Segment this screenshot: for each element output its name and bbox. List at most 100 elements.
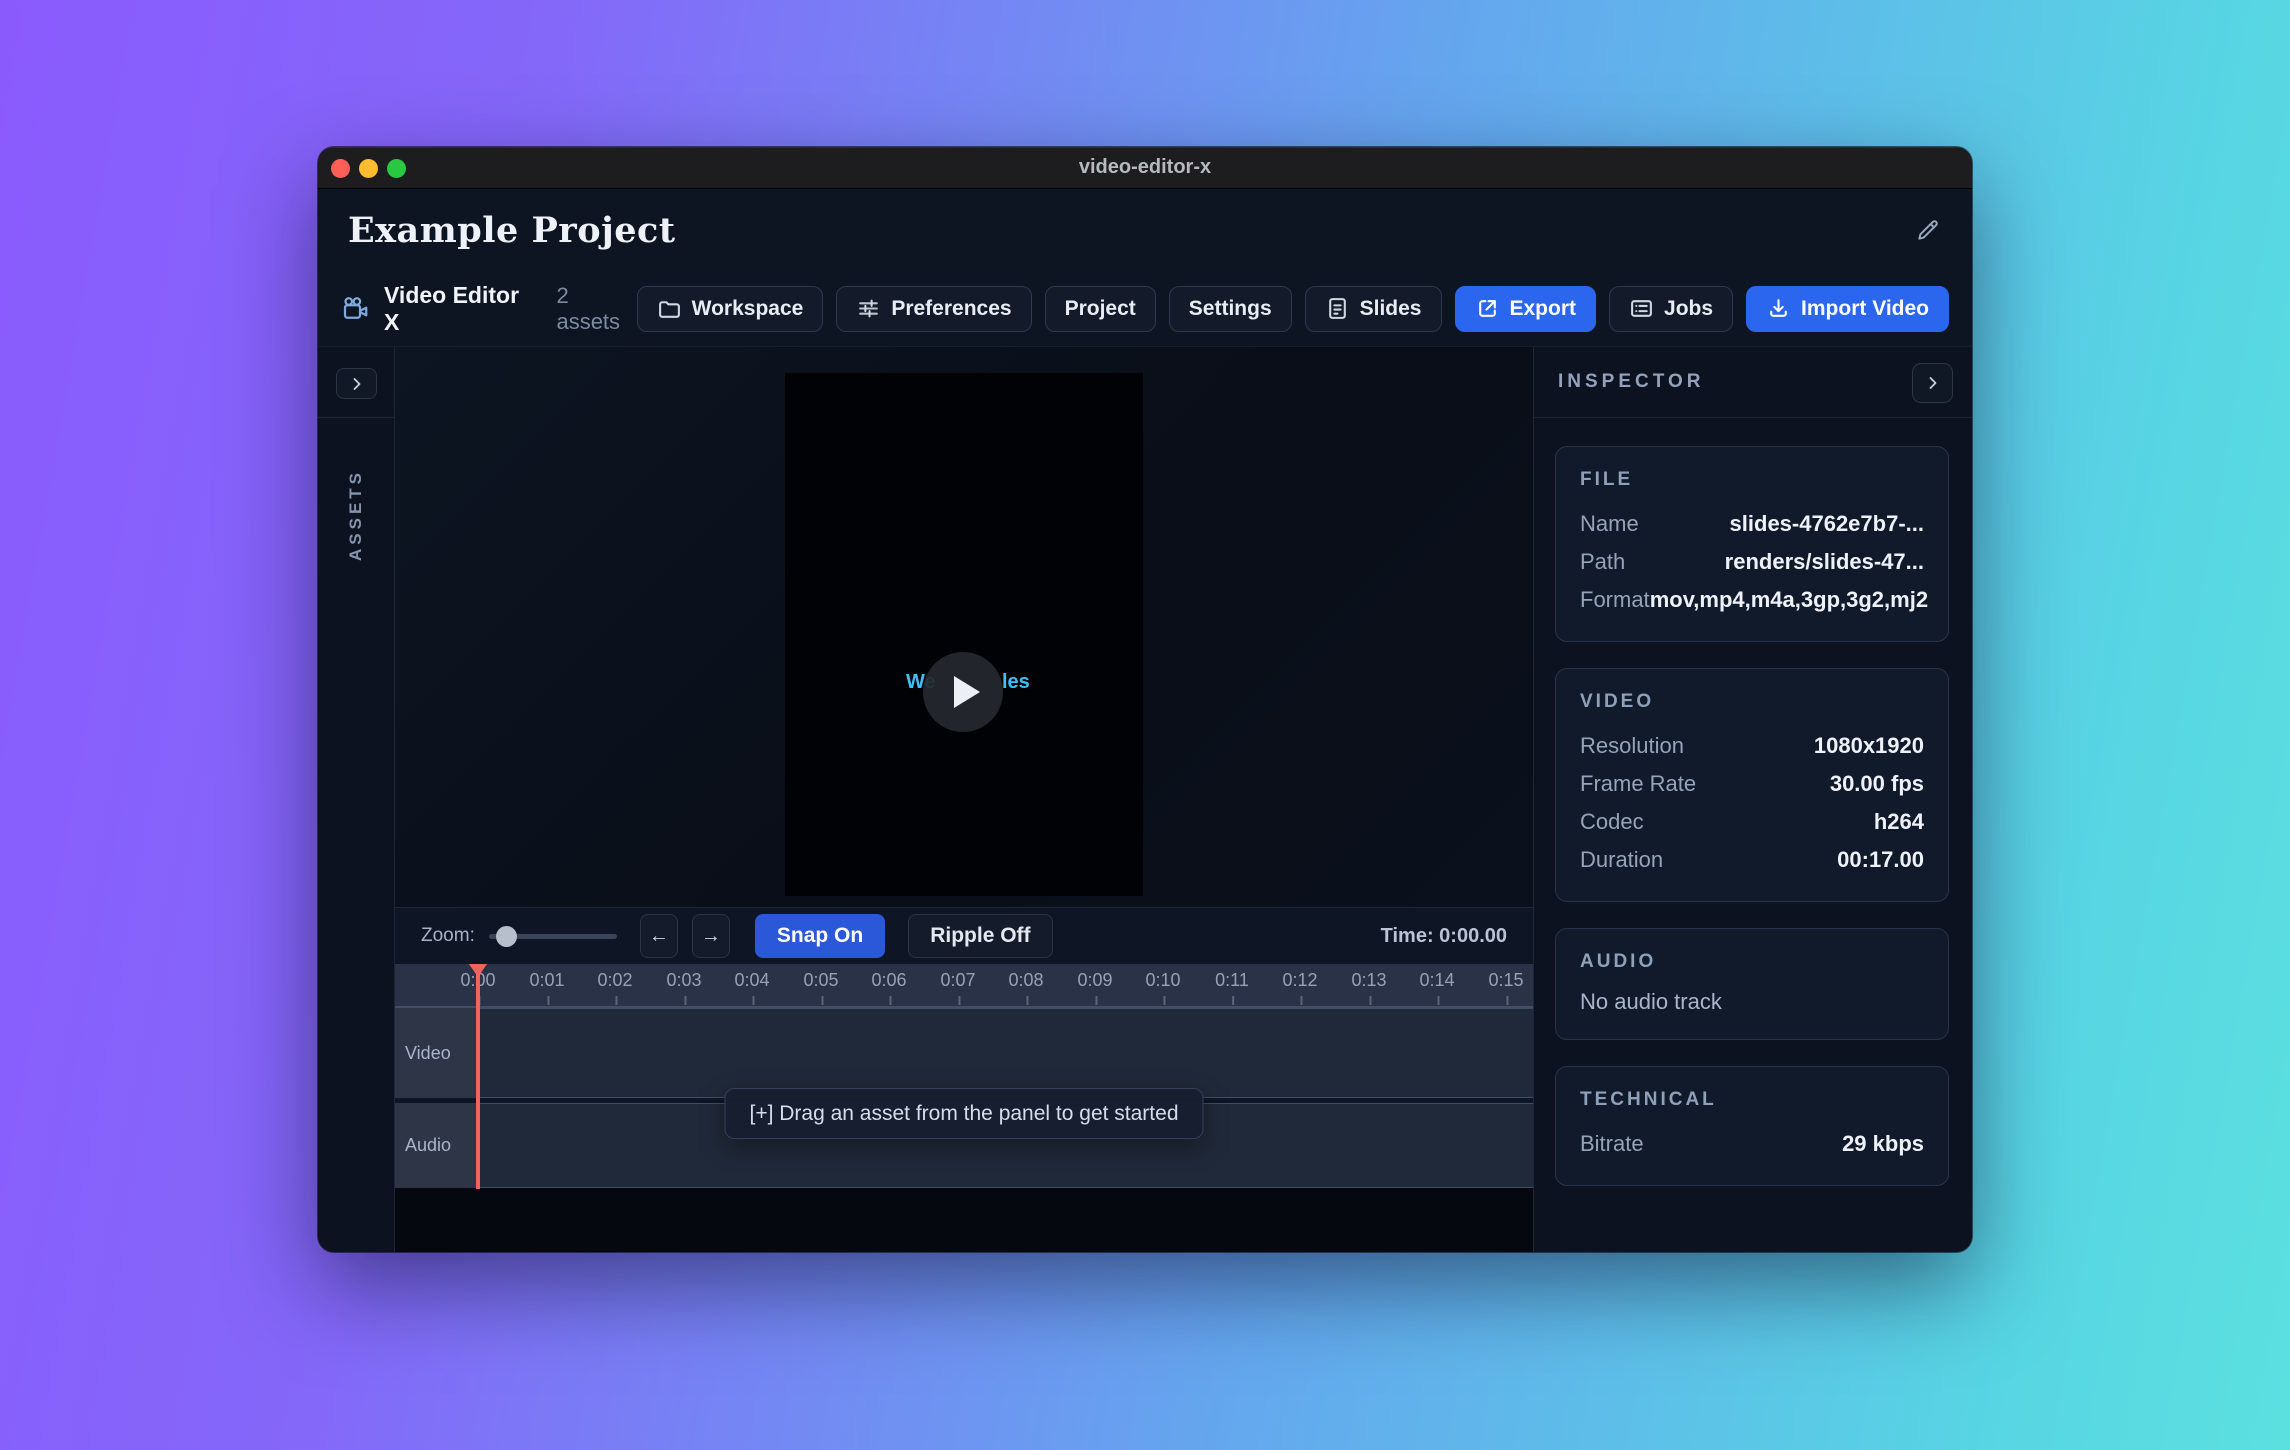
titlebar: video-editor-x xyxy=(318,147,1972,189)
property-label: Format xyxy=(1580,581,1650,619)
property-value: 1080x1920 xyxy=(1814,727,1924,765)
inspector-title: INSPECTOR xyxy=(1558,371,1705,393)
play-icon xyxy=(954,676,980,708)
step-forward-button[interactable]: → xyxy=(692,914,730,958)
pencil-icon xyxy=(1915,217,1945,243)
import-video-button[interactable]: Import Video xyxy=(1746,286,1949,332)
project-button[interactable]: Project xyxy=(1045,286,1156,332)
property-label: Bitrate xyxy=(1580,1125,1644,1163)
technical-section-card: TECHNICAL Bitrate 29 kbps xyxy=(1555,1066,1949,1186)
ruler-tick-label: 0:02 xyxy=(597,970,632,991)
property-row: Name slides-4762e7b7-... xyxy=(1580,505,1924,543)
ruler-tick-label: 0:03 xyxy=(666,970,701,991)
section-title: FILE xyxy=(1580,469,1924,491)
assets-panel-collapsed: ASSETS xyxy=(318,347,395,1252)
assets-expand-button[interactable] xyxy=(336,368,377,399)
audio-track-label: Audio xyxy=(395,1103,478,1188)
property-label: Duration xyxy=(1580,841,1663,879)
sliders-icon xyxy=(856,296,881,321)
assets-panel-label: ASSETS xyxy=(346,469,366,561)
jobs-button[interactable]: Jobs xyxy=(1609,286,1733,332)
ruler-tick-label: 0:05 xyxy=(803,970,838,991)
property-label: Resolution xyxy=(1580,727,1684,765)
timeline-controls: Zoom: ← → Snap On Ripple Off Time: 0:00.… xyxy=(395,908,1533,964)
section-title: TECHNICAL xyxy=(1580,1089,1924,1111)
slides-label: Slides xyxy=(1360,297,1422,321)
video-track-lane[interactable] xyxy=(478,1008,1533,1098)
audio-section-card: AUDIO No audio track xyxy=(1555,928,1949,1040)
app-info: Video Editor X 2 assets xyxy=(340,282,637,336)
drop-hint-tooltip: [+] Drag an asset from the panel to get … xyxy=(725,1088,1204,1139)
slides-button[interactable]: Slides xyxy=(1305,286,1442,332)
external-link-icon xyxy=(1475,296,1500,321)
export-button[interactable]: Export xyxy=(1455,286,1597,332)
ruler-tick-label: 0:01 xyxy=(529,970,564,991)
timecode-display: Time: 0:00.00 xyxy=(1381,925,1507,948)
project-header: Example Project xyxy=(318,189,1972,271)
video-track-label: Video xyxy=(395,1008,478,1098)
inspector-header: INSPECTOR xyxy=(1534,347,1972,418)
asset-count: 2 assets xyxy=(556,283,636,335)
snap-toggle-button[interactable]: Snap On xyxy=(755,914,885,958)
ruler-tick-label: 0:08 xyxy=(1008,970,1043,991)
property-value: 29 kbps xyxy=(1842,1125,1924,1163)
timeline-ruler[interactable]: 0:00 0:01 0:02 0:03 0:04 0:05 0:06 0:07 … xyxy=(395,964,1533,1008)
edit-project-title-button[interactable] xyxy=(1915,215,1945,245)
video-overlay-text-right: les xyxy=(1002,671,1030,694)
step-back-button[interactable]: ← xyxy=(640,914,678,958)
ripple-toggle-button[interactable]: Ripple Off xyxy=(908,914,1052,958)
workspace-label: Workspace xyxy=(692,297,804,321)
inspector-panel: INSPECTOR FILE Name slides-4762e7b7-... … xyxy=(1533,347,1972,1252)
settings-button[interactable]: Settings xyxy=(1169,286,1292,332)
video-section-card: VIDEO Resolution 1080x1920 Frame Rate 30… xyxy=(1555,668,1949,902)
playhead-handle[interactable] xyxy=(469,964,487,977)
chevron-right-icon xyxy=(347,374,367,394)
property-value: mov,mp4,m4a,3gp,3g2,mj2 xyxy=(1650,581,1928,619)
preferences-button[interactable]: Preferences xyxy=(836,286,1031,332)
close-window-button[interactable] xyxy=(331,159,350,178)
property-value: slides-4762e7b7-... xyxy=(1730,505,1924,543)
property-row: Bitrate 29 kbps xyxy=(1580,1125,1924,1163)
audio-note: No audio track xyxy=(1580,987,1924,1017)
window-title: video-editor-x xyxy=(1079,156,1211,179)
property-label: Path xyxy=(1580,543,1625,581)
property-row: Duration 00:17.00 xyxy=(1580,841,1924,879)
project-label: Project xyxy=(1065,297,1136,321)
property-row: Codec h264 xyxy=(1580,803,1924,841)
property-label: Codec xyxy=(1580,803,1644,841)
property-row: Path renders/slides-47... xyxy=(1580,543,1924,581)
ruler-tick-label: 0:12 xyxy=(1282,970,1317,991)
divider xyxy=(318,417,394,418)
property-value: renders/slides-47... xyxy=(1725,543,1924,581)
play-button[interactable] xyxy=(923,652,1003,732)
ruler-tick-label: 0:04 xyxy=(734,970,769,991)
zoom-slider[interactable] xyxy=(489,926,617,947)
preferences-label: Preferences xyxy=(891,297,1011,321)
playhead[interactable] xyxy=(476,964,480,1189)
workspace-button[interactable]: Workspace xyxy=(637,286,824,332)
file-section-card: FILE Name slides-4762e7b7-... Path rende… xyxy=(1555,446,1949,642)
inspector-body: FILE Name slides-4762e7b7-... Path rende… xyxy=(1534,418,1972,1186)
zoom-label: Zoom: xyxy=(421,925,475,947)
property-value: 30.00 fps xyxy=(1830,765,1924,803)
ruler-tick-label: 0:09 xyxy=(1077,970,1112,991)
timeline-empty-area xyxy=(395,1188,1533,1252)
ruler-tick-label: 0:06 xyxy=(871,970,906,991)
video-canvas: We les xyxy=(785,373,1143,896)
property-label: Frame Rate xyxy=(1580,765,1696,803)
minimize-window-button[interactable] xyxy=(359,159,378,178)
center-column: We les Zoom: ← → Snap On xyxy=(395,347,1533,1252)
zoom-window-button[interactable] xyxy=(387,159,406,178)
section-title: VIDEO xyxy=(1580,691,1924,713)
video-camera-icon xyxy=(340,294,370,324)
property-value: h264 xyxy=(1874,803,1924,841)
property-row: Resolution 1080x1920 xyxy=(1580,727,1924,765)
video-track-row: Video xyxy=(395,1008,1533,1098)
zoom-slider-thumb[interactable] xyxy=(496,926,517,947)
property-value: 00:17.00 xyxy=(1837,841,1924,879)
inspector-collapse-button[interactable] xyxy=(1912,363,1953,403)
main-content: ASSETS We les Zoom: xyxy=(318,347,1972,1252)
jobs-label: Jobs xyxy=(1664,297,1713,321)
timeline-panel: Zoom: ← → Snap On Ripple Off Time: 0:00.… xyxy=(395,907,1533,1252)
ruler-tick-label: 0:13 xyxy=(1351,970,1386,991)
